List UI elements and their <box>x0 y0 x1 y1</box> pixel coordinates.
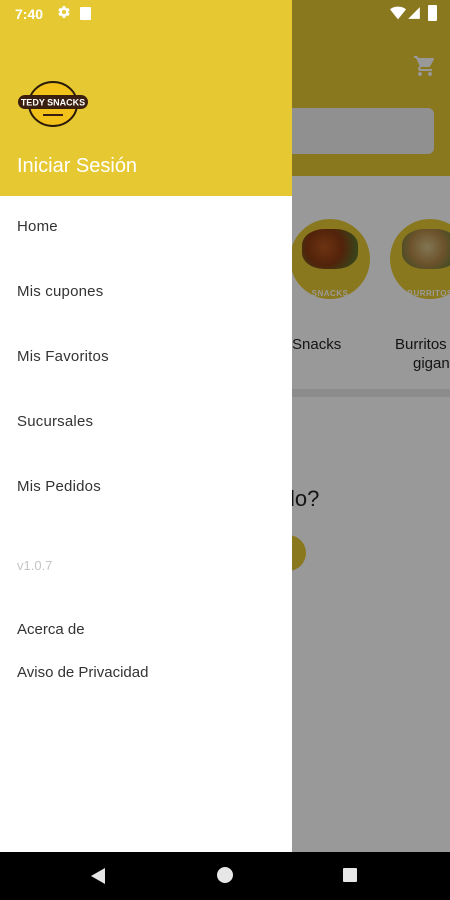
system-nav-bar <box>0 852 450 900</box>
gear-icon <box>58 6 70 18</box>
menu-item-sucursales[interactable]: Sucursales <box>17 413 93 430</box>
menu-item-mis-pedidos[interactable]: Mis Pedidos <box>17 478 101 495</box>
app-version: v1.0.7 <box>17 558 53 573</box>
sd-card-icon <box>80 7 91 20</box>
wifi-icon <box>390 6 406 20</box>
navigation-drawer: TEDY SNACKS Iniciar Sesión Home Mis cupo… <box>0 0 292 852</box>
login-link[interactable]: Iniciar Sesión <box>17 155 137 178</box>
recent-apps-icon[interactable] <box>343 868 357 882</box>
status-bar: 7:40 <box>0 0 450 28</box>
drawer-header: TEDY SNACKS Iniciar Sesión <box>0 0 292 196</box>
tedy-snacks-logo: TEDY SNACKS <box>18 81 88 127</box>
back-icon[interactable] <box>90 867 106 885</box>
battery-icon <box>428 5 437 21</box>
menu-item-mis-favoritos[interactable]: Mis Favoritos <box>17 348 109 365</box>
menu-item-aviso-privacidad[interactable]: Aviso de Privacidad <box>17 664 148 681</box>
menu-item-mis-cupones[interactable]: Mis cupones <box>17 283 103 300</box>
menu-item-home[interactable]: Home <box>17 218 58 235</box>
menu-item-acerca-de[interactable]: Acerca de <box>17 621 85 638</box>
logo-text: TEDY SNACKS <box>21 98 85 108</box>
status-time: 7:40 <box>15 6 44 22</box>
home-icon[interactable] <box>217 867 233 883</box>
cell-signal-icon <box>408 7 420 19</box>
